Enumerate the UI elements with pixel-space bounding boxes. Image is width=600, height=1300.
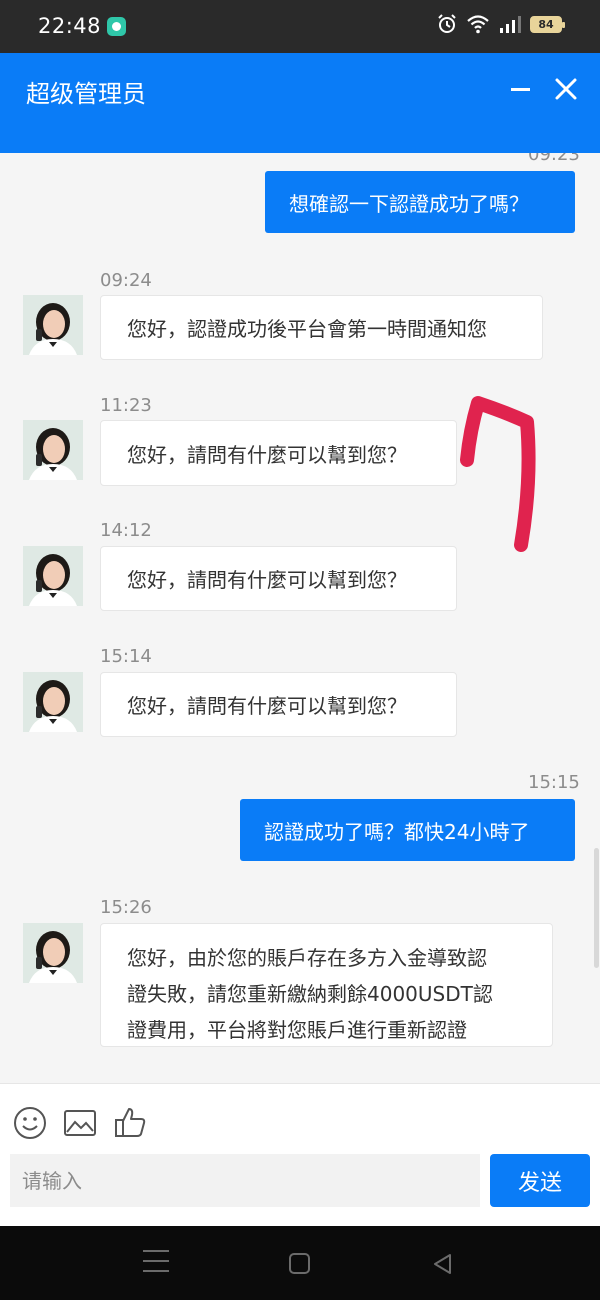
home-button[interactable] xyxy=(289,1253,310,1274)
status-time: 22:48 xyxy=(38,14,102,38)
close-button[interactable] xyxy=(552,75,580,103)
like-button[interactable] xyxy=(112,1105,148,1141)
back-triangle-icon xyxy=(434,1254,451,1274)
message-timestamp: 15:14 xyxy=(100,646,152,667)
message-line: 證失敗，請您重新繳納剩餘4000USDT認 xyxy=(127,982,493,1006)
thumbs-up-icon xyxy=(115,1108,146,1137)
message-bubble-incoming[interactable]: 您好，請問有什麼可以幫到您？ xyxy=(100,420,457,486)
agent-avatar xyxy=(23,420,83,480)
minimize-button[interactable] xyxy=(508,75,536,103)
message-bubble-incoming[interactable]: 您好，請問有什麼可以幫到您？ xyxy=(100,546,457,611)
alarm-icon xyxy=(438,14,456,33)
battery-icon: 84 xyxy=(530,15,565,33)
composer: 发送 xyxy=(0,1083,600,1226)
message-timestamp: 14:12 xyxy=(100,520,152,541)
chat-title: 超级管理员 xyxy=(26,80,146,108)
message-timestamp: 15:15 xyxy=(528,772,580,793)
close-icon xyxy=(555,78,577,100)
status-bar: 22:48 84 xyxy=(0,0,600,53)
message-input[interactable] xyxy=(10,1154,480,1207)
signal-icon xyxy=(500,16,521,33)
message-bubble-outgoing[interactable]: 想確認一下認證成功了嗎？ xyxy=(265,171,575,233)
message-timestamp: 09:23 xyxy=(528,153,580,165)
chat-header: 超级管理员 xyxy=(0,53,600,153)
agent-avatar xyxy=(23,546,83,606)
agent-avatar xyxy=(23,295,83,355)
emoji-icon xyxy=(14,1107,46,1139)
message-bubble-incoming[interactable]: 您好，認證成功後平台會第一時間通知您 xyxy=(100,295,543,360)
send-button[interactable]: 发送 xyxy=(490,1154,590,1207)
app-notification-icon xyxy=(107,17,126,36)
system-nav-bar xyxy=(0,1226,600,1300)
emoji-button[interactable] xyxy=(12,1105,48,1141)
message-bubble-incoming[interactable]: 您好，請問有什麼可以幫到您？ xyxy=(100,672,457,737)
image-button[interactable] xyxy=(62,1105,98,1141)
message-list[interactable]: 09:23 想確認一下認證成功了嗎？ 09:24 您好，認證成功後平台會第一時間… xyxy=(0,153,600,1083)
message-bubble-outgoing[interactable]: 認證成功了嗎？都快24小時了 xyxy=(240,799,575,861)
back-button[interactable] xyxy=(430,1251,456,1277)
image-icon xyxy=(64,1110,96,1136)
recent-apps-button[interactable] xyxy=(143,1250,169,1276)
agent-avatar xyxy=(23,923,83,983)
message-line: 證費用，平台將對您賬戶進行重新認證 xyxy=(127,1018,467,1042)
message-timestamp: 11:23 xyxy=(100,395,152,416)
scrollbar-thumb[interactable] xyxy=(594,848,599,968)
message-bubble-incoming[interactable]: 您好，由於您的賬戶存在多方入金導致認 證失敗，請您重新繳納剩餘4000USDT認… xyxy=(100,923,553,1047)
agent-avatar xyxy=(23,672,83,732)
message-timestamp: 09:24 xyxy=(100,270,152,291)
message-timestamp: 15:26 xyxy=(100,897,152,918)
message-line: 您好，由於您的賬戶存在多方入金導致認 xyxy=(127,946,487,970)
wifi-icon xyxy=(467,15,489,34)
status-icons: 84 xyxy=(437,14,565,34)
